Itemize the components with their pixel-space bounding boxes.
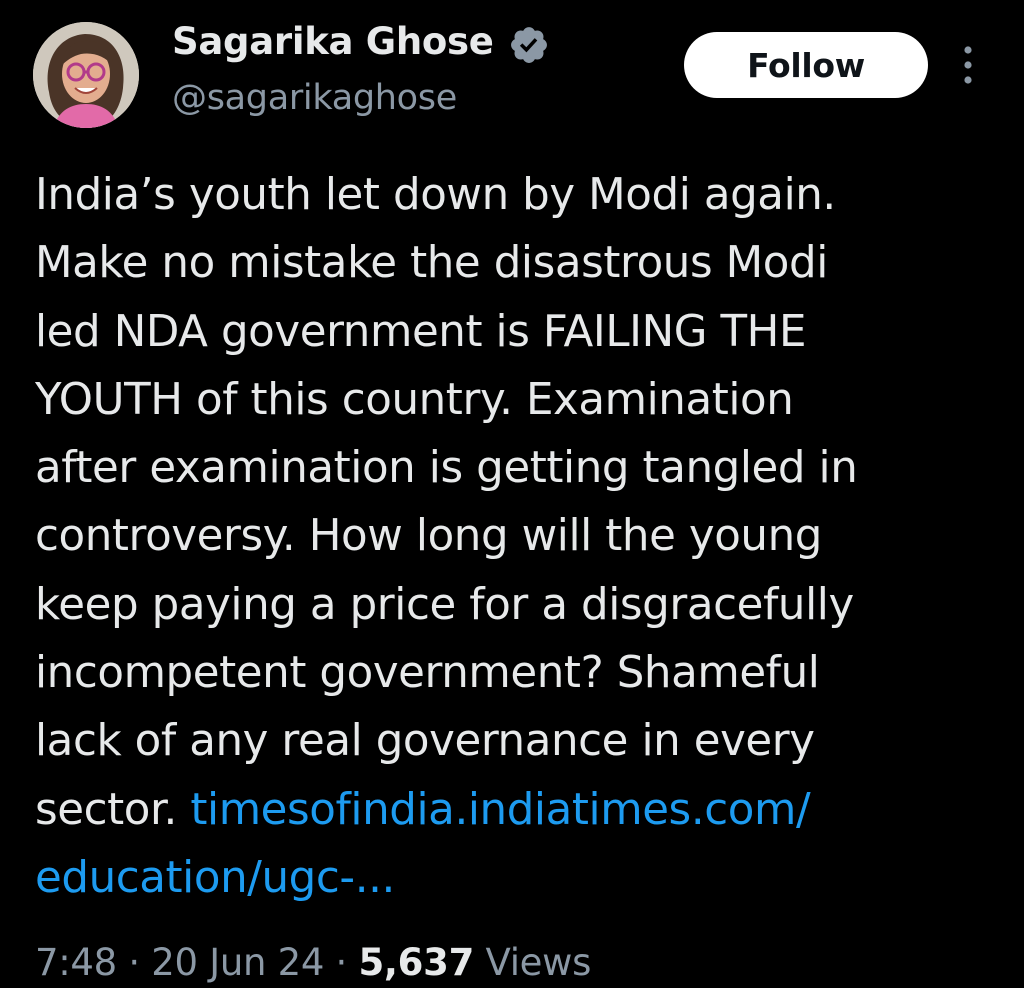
profile-photo-icon xyxy=(33,22,139,128)
tweet-meta: 7:48 · 20 Jun 24 · 5,637 Views xyxy=(35,938,591,988)
verified-badge-icon xyxy=(511,27,547,63)
display-name[interactable]: Sagarika Ghose xyxy=(172,20,494,63)
tweet-body: India’s youth let down by Modi again. Ma… xyxy=(35,170,858,835)
tweet-card: Sagarika Ghose @sagarikaghose Follow Ind… xyxy=(0,0,1024,984)
user-handle[interactable]: @sagarikaghose xyxy=(172,78,457,118)
tweet-time[interactable]: 7:48 xyxy=(35,941,117,984)
meta-separator: · xyxy=(324,941,359,984)
views-count: 5,637 xyxy=(358,941,475,984)
tweet-text: India’s youth let down by Modi again. Ma… xyxy=(35,161,995,912)
meta-separator: · xyxy=(116,941,152,984)
views-label: Views xyxy=(474,941,592,984)
avatar[interactable] xyxy=(33,22,139,128)
tweet-date[interactable]: 20 Jun 24 xyxy=(151,941,324,984)
follow-button[interactable]: Follow xyxy=(684,32,928,98)
more-vertical-icon[interactable] xyxy=(957,42,979,88)
